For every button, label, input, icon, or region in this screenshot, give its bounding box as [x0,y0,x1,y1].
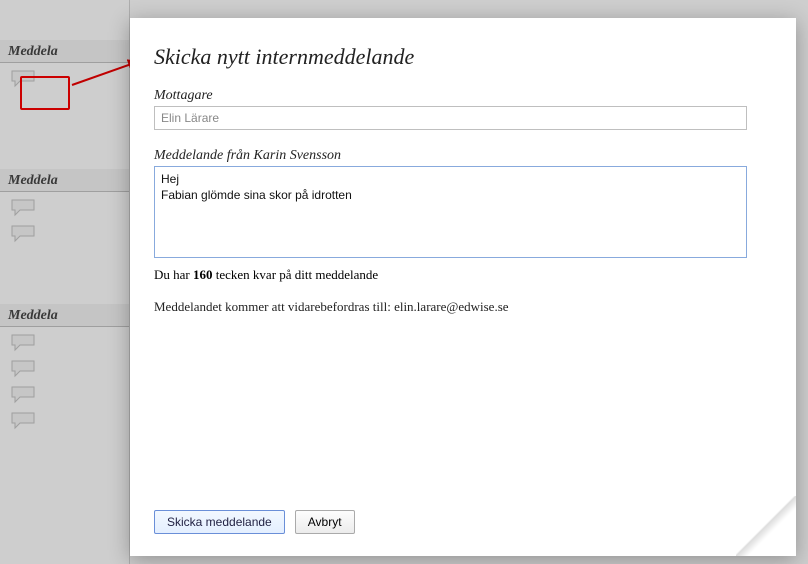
forward-email: elin.larare@edwise.se [394,299,508,314]
sidebar-section-header: Meddela [0,304,129,327]
speech-bubble-icon [10,359,38,379]
message-textarea[interactable] [154,166,747,258]
send-button[interactable]: Skicka meddelande [154,510,285,534]
speech-bubble-icon [10,333,38,353]
recipient-input[interactable] [154,106,747,130]
recipient-label: Mottagare [154,88,772,104]
char-counter-prefix: Du har [154,267,193,282]
modal-button-row: Skicka meddelande Avbryt [154,510,355,534]
cancel-button[interactable]: Avbryt [295,510,355,534]
char-counter-suffix: tecken kvar på ditt meddelande [213,267,379,282]
message-label: Meddelande från Karin Svensson [154,148,772,164]
speech-bubble-icon [10,385,38,405]
speech-bubble-icon [10,198,38,218]
char-counter-number: 160 [193,267,213,282]
speech-bubble-icon [10,224,38,244]
annotation-highlight-box [20,76,70,110]
sidebar-section-header: Meddela [0,169,129,192]
new-message-modal: Skicka nytt internmeddelande Mottagare M… [130,18,796,556]
char-counter: Du har 160 tecken kvar på ditt meddeland… [154,267,772,283]
forward-info: Meddelandet kommer att vidarebefordras t… [154,299,772,315]
modal-title: Skicka nytt internmeddelande [154,44,772,70]
speech-bubble-icon [10,411,38,431]
forward-prefix: Meddelandet kommer att vidarebefordras t… [154,299,394,314]
